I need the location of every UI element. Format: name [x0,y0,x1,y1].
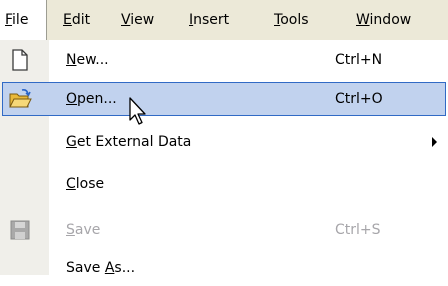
menu-item-close-text: lose [75,176,105,192]
menu-edit-hotkey: E [63,12,72,28]
menu-item-open-text: pen... [77,91,117,107]
menu-item-save-label: Save [66,220,100,240]
menu-tools-label: ools [280,12,309,28]
menu-file-label: ile [12,12,29,28]
menu-item-open-label: Open... [66,89,117,109]
menu-item-new-shortcut: Ctrl+N [335,52,383,68]
menu-item-new-hotkey: N [66,52,77,68]
menu-item-save-hotkey: S [66,222,75,238]
menu-file-hotkey: F [5,12,13,28]
menu-item-open-hotkey: O [66,91,78,107]
menu-window-label: indow [369,12,412,28]
menu-item-open[interactable]: Open... Ctrl+O [0,81,448,117]
menu-view-label: iew [130,12,155,28]
menu-insert[interactable]: Insert [189,10,229,30]
menu-item-save-as-text-pre: Save [66,260,105,276]
menu-item-save: Save Ctrl+S [0,212,448,248]
menu-item-save-as-text: s... [114,260,136,276]
submenu-arrow-icon [432,137,437,147]
menu-item-get-external-data-hotkey: G [66,134,77,150]
menu-item-close-hotkey: C [66,176,76,192]
menu-item-open-shortcut: Ctrl+O [335,91,383,107]
menu-item-new-text: ew... [76,52,109,68]
menu-view[interactable]: View [121,10,154,30]
menu-item-new[interactable]: New... Ctrl+N [0,42,448,78]
menu-item-save-shortcut: Ctrl+S [335,222,381,238]
new-document-icon [12,49,28,71]
menu-item-new-label: New... [66,50,109,70]
menu-window-hotkey: W [356,12,370,28]
menu-item-get-external-data-label: Get External Data [66,132,191,152]
menu-item-save-as-label: Save As... [66,258,135,278]
floppy-disk-icon [10,220,30,240]
menu-item-save-as-hotkey: A [104,260,115,276]
menu-item-save-as[interactable]: Save As... [0,250,448,286]
menu-item-save-text: ave [74,222,101,238]
open-folder-icon [9,89,32,108]
mouse-pointer-icon [129,97,146,125]
menu-item-get-external-data[interactable]: Get External Data [0,124,448,160]
menu-edit-label: dit [71,12,91,28]
menu-view-hotkey: V [121,12,131,28]
menu-item-get-external-data-text: et External Data [76,134,192,150]
menu-window[interactable]: Window [356,10,411,30]
file-menu-dropdown: New... Ctrl+N Open... Ctrl+O Get Externa… [0,40,448,276]
menu-file[interactable]: File [0,0,47,40]
menu-item-close-label: Close [66,174,104,194]
menu-tools[interactable]: Tools [274,10,309,30]
menu-insert-label: nsert [193,12,230,28]
menu-edit[interactable]: Edit [63,10,90,30]
menu-bar: File Edit View Insert Tools Window [0,0,448,40]
menu-item-close[interactable]: Close [0,166,448,202]
